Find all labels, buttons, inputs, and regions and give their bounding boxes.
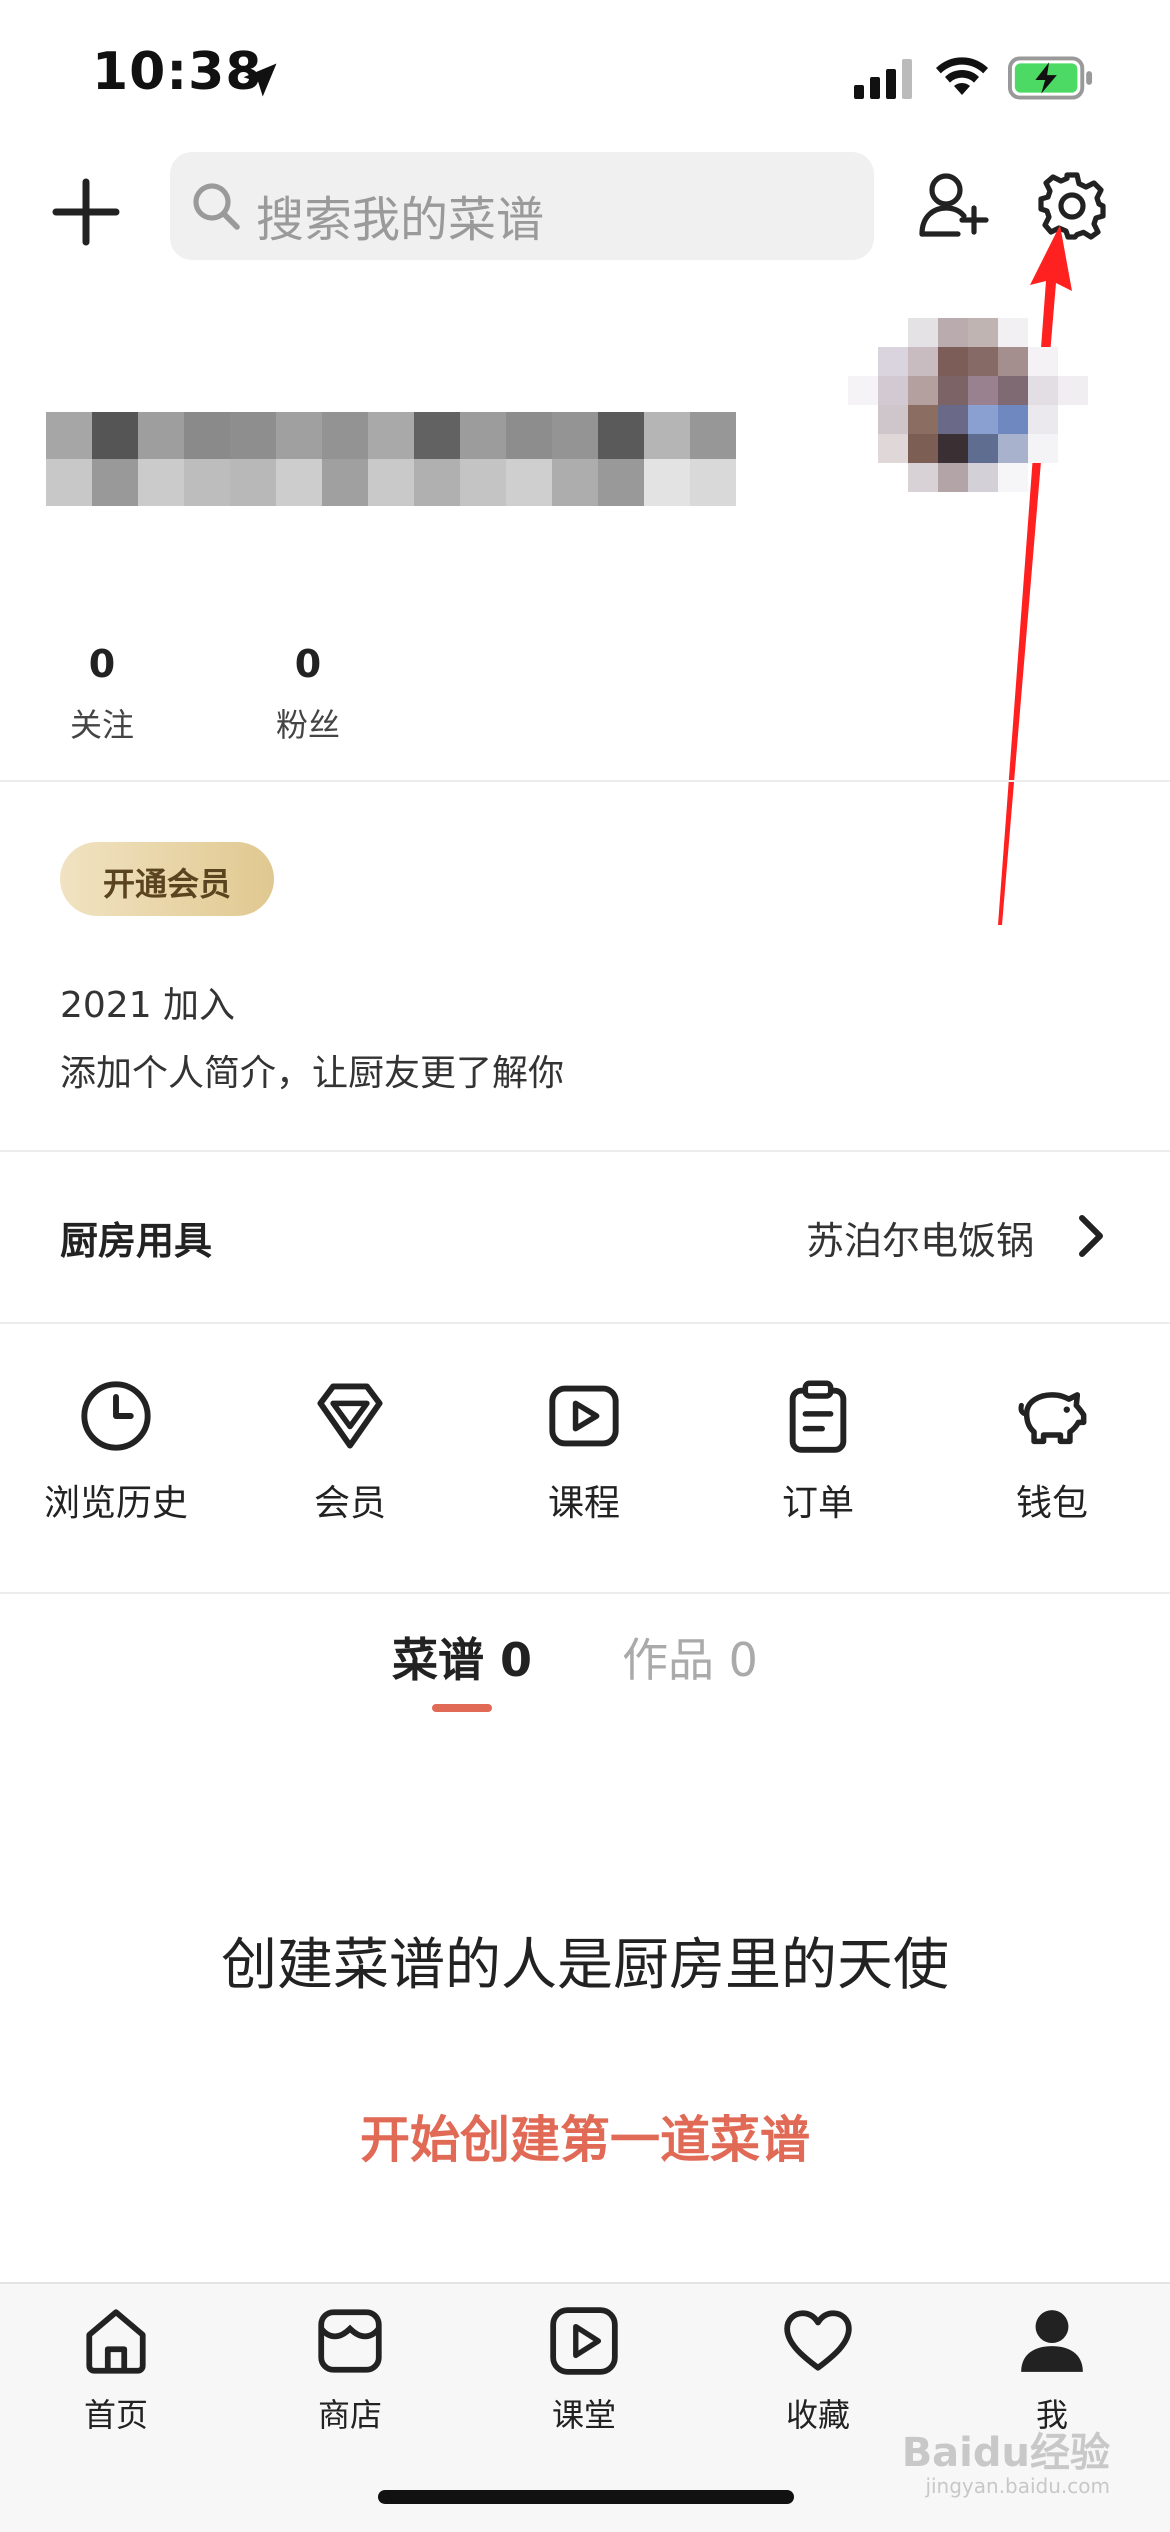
divider <box>0 1592 1170 1594</box>
diamond-icon <box>317 1383 383 1449</box>
vip-button[interactable]: 开通会员 <box>60 842 274 916</box>
add-user-icon[interactable] <box>918 168 990 240</box>
user-icon <box>1021 2310 1083 2372</box>
search-input[interactable]: 搜索我的菜谱 <box>170 152 874 260</box>
cellular-signal-icon <box>854 59 912 99</box>
classroom-play-icon <box>550 2307 618 2375</box>
kitchen-tools-label: 厨房用具 <box>60 1219 213 1263</box>
create-recipe-link[interactable]: 开始创建第一道菜谱 <box>0 2100 1170 2172</box>
active-tab-indicator <box>432 1704 492 1712</box>
tab-works[interactable]: 作品 0 <box>622 1624 758 1690</box>
fans-count: 0 <box>294 642 322 686</box>
wifi-icon <box>936 57 988 95</box>
avatar[interactable] <box>848 318 1148 608</box>
shortcut-label: 订单 <box>781 1483 854 1524</box>
divider <box>0 1322 1170 1324</box>
joined-year: 2021 加入 <box>60 985 236 1026</box>
shortcut-label: 钱包 <box>1015 1483 1088 1524</box>
nav-me[interactable]: 我 <box>952 2304 1152 2436</box>
piggy-bank-icon <box>1018 1392 1087 1445</box>
following-count: 0 <box>88 642 116 686</box>
clock-icon <box>81 1381 151 1451</box>
nav-label: 收藏 <box>785 2396 850 2434</box>
clipboard-icon <box>789 1380 847 1453</box>
tab-recipes[interactable]: 菜谱 0 <box>392 1624 532 1690</box>
nav-favorites[interactable]: 收藏 <box>718 2304 918 2436</box>
battery-charging-icon <box>1008 56 1093 100</box>
chevron-right-icon <box>1079 1215 1103 1257</box>
following-stat[interactable]: 0 关注 <box>32 642 172 746</box>
fans-stat[interactable]: 0 粉丝 <box>238 642 378 746</box>
divider <box>0 780 1170 782</box>
watermark: Baidu经验 <box>901 2430 1110 2476</box>
bio-prompt[interactable]: 添加个人简介，让厨友更了解你 <box>60 1044 564 1096</box>
plus-icon[interactable] <box>50 176 122 248</box>
nav-label: 商店 <box>317 2396 382 2434</box>
status-bar: 10:38 <box>0 0 1170 150</box>
kitchen-tools-value: 苏泊尔电饭锅 <box>805 1219 1034 1263</box>
heart-icon <box>784 2310 852 2371</box>
vip-button-label: 开通会员 <box>102 865 231 903</box>
nav-label: 课堂 <box>551 2396 616 2434</box>
username-pixelated <box>46 412 736 506</box>
status-time: 10:38 <box>92 42 263 102</box>
search-icon <box>193 183 240 230</box>
shortcut-orders[interactable]: 订单 <box>718 1378 918 1526</box>
shortcut-wallet[interactable]: 钱包 <box>952 1378 1152 1526</box>
following-label: 关注 <box>69 706 134 744</box>
shortcut-label: 会员 <box>313 1483 386 1524</box>
fans-label: 粉丝 <box>275 706 340 744</box>
watermark-url: jingyan.baidu.com <box>925 2474 1110 2498</box>
nav-classroom[interactable]: 课堂 <box>484 2304 684 2436</box>
kitchen-tools-row[interactable]: 厨房用具 苏泊尔电饭锅 <box>0 1152 1170 1322</box>
shortcut-history[interactable]: 浏览历史 <box>16 1378 216 1526</box>
shortcut-label: 课程 <box>547 1483 620 1524</box>
store-icon <box>318 2309 382 2373</box>
empty-state-title: 创建菜谱的人是厨房里的天使 <box>221 1933 949 1998</box>
play-icon <box>549 1385 619 1447</box>
shortcut-vip[interactable]: 会员 <box>250 1378 450 1526</box>
search-placeholder: 搜索我的菜谱 <box>256 192 545 248</box>
location-arrow-icon <box>243 63 277 97</box>
home-indicator <box>378 2490 794 2504</box>
nav-store[interactable]: 商店 <box>250 2304 450 2436</box>
home-icon <box>86 2309 146 2374</box>
shortcut-label: 浏览历史 <box>43 1483 188 1524</box>
nav-home[interactable]: 首页 <box>16 2304 216 2436</box>
nav-label: 首页 <box>83 2396 148 2434</box>
shortcut-course[interactable]: 课程 <box>484 1378 684 1526</box>
